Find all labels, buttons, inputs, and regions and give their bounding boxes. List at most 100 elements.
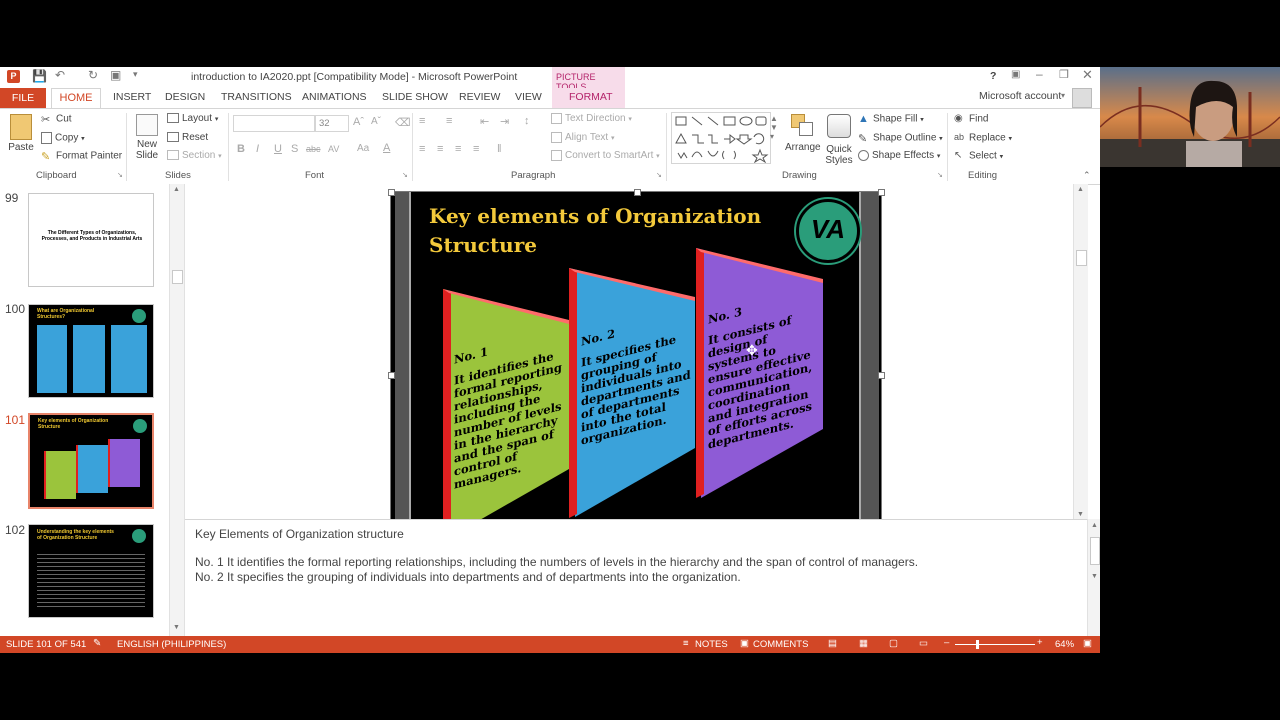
save-icon[interactable]: 💾 <box>32 69 47 83</box>
slide-thumbnail-102[interactable]: Understanding the key elements of Organi… <box>28 524 154 618</box>
new-slide-button[interactable]: New Slide <box>134 114 160 161</box>
collapse-ribbon-icon[interactable]: ⌃ <box>1083 170 1091 181</box>
font-name-input[interactable] <box>233 115 315 132</box>
comments-button[interactable]: COMMENTS <box>753 639 808 650</box>
avatar[interactable] <box>1072 88 1092 108</box>
normal-view-icon[interactable]: ▤ <box>828 638 837 649</box>
resize-handle[interactable] <box>878 372 885 379</box>
restore-icon[interactable]: ❐ <box>1059 68 1069 81</box>
resize-handle[interactable] <box>388 189 395 196</box>
dialog-launcher-icon[interactable]: ↘ <box>656 171 662 179</box>
help-button[interactable]: ? <box>990 70 996 82</box>
decrease-font-icon[interactable]: Aˇ <box>371 116 381 127</box>
clear-formatting-icon[interactable]: ⌫ <box>395 116 411 129</box>
decrease-indent-icon[interactable]: ⇤ <box>480 115 489 128</box>
dialog-launcher-icon[interactable]: ↘ <box>117 171 123 179</box>
tab-slide-show[interactable]: SLIDE SHOW <box>382 91 448 103</box>
scroll-down-icon[interactable]: ▼ <box>1091 573 1098 580</box>
strikethrough-icon[interactable]: abc <box>306 144 321 154</box>
increase-indent-icon[interactable]: ⇥ <box>500 115 509 128</box>
reading-view-icon[interactable]: ▢ <box>889 638 898 649</box>
convert-smartart-button[interactable]: Convert to SmartArt ▾ <box>551 150 660 161</box>
copy-button[interactable]: Copy ▾ <box>41 132 85 144</box>
notes-pane[interactable]: Key Elements of Organization structure N… <box>185 519 1087 637</box>
cut-button[interactable]: ✂ Cut <box>41 113 72 126</box>
justify-icon[interactable]: ≡ <box>473 143 479 155</box>
layout-button[interactable]: Layout ▾ <box>167 113 218 124</box>
section-button[interactable]: Section ▾ <box>167 150 222 161</box>
spelling-icon[interactable]: ✎ <box>93 638 101 649</box>
minimize-icon[interactable]: – <box>1036 67 1043 81</box>
scroll-thumb[interactable] <box>172 270 183 284</box>
dialog-launcher-icon[interactable]: ↘ <box>937 171 943 179</box>
find-button[interactable]: ◉ Find <box>954 113 988 125</box>
slide-sorter-icon[interactable]: ▦ <box>859 638 868 649</box>
format-painter-button[interactable]: ✎ Format Painter <box>41 150 122 163</box>
zoom-in-icon[interactable]: + <box>1037 637 1043 648</box>
resize-handle[interactable] <box>388 372 395 379</box>
quick-styles-button[interactable]: Quick Styles <box>823 114 855 166</box>
zoom-slider[interactable] <box>955 644 1035 645</box>
ribbon-display-icon[interactable]: ▣ <box>1011 69 1020 80</box>
close-icon[interactable]: ✕ <box>1082 67 1093 83</box>
arrange-button[interactable]: Arrange <box>785 114 821 153</box>
zoom-level[interactable]: 64% <box>1055 639 1074 650</box>
powerpoint-logo-icon[interactable]: P <box>7 70 20 83</box>
scroll-up-icon[interactable]: ▲ <box>173 186 180 193</box>
underline-icon[interactable]: U <box>274 143 282 155</box>
select-button[interactable]: ↖ Select ▾ <box>954 150 1003 162</box>
scroll-thumb[interactable] <box>1090 537 1100 565</box>
thumbnails-scrollbar[interactable]: ▲ ▼ <box>169 184 184 636</box>
slide-thumbnail-101[interactable]: Key elements of Organization Structure <box>28 413 154 509</box>
tab-design[interactable]: DESIGN <box>165 91 205 103</box>
bold-icon[interactable]: B <box>237 143 245 155</box>
line-spacing-icon[interactable]: ↕ <box>524 115 530 127</box>
shadow-icon[interactable]: S <box>291 143 298 155</box>
scroll-up-icon[interactable]: ▲ <box>1077 186 1084 193</box>
character-spacing-icon[interactable]: AV <box>328 144 339 154</box>
zoom-out-icon[interactable]: – <box>944 637 949 648</box>
increase-font-icon[interactable]: Aˆ <box>353 116 364 128</box>
slide-thumbnail-99[interactable]: The Different Types of Organizations, Pr… <box>28 193 154 287</box>
slide-show-icon[interactable]: ▭ <box>919 638 928 649</box>
columns-icon[interactable]: ‖ <box>497 143 502 155</box>
notes-icon[interactable]: ≡ <box>683 638 689 649</box>
comments-icon[interactable]: ▣ <box>740 638 749 649</box>
notes-button[interactable]: NOTES <box>695 639 728 650</box>
start-from-beginning-icon[interactable]: ▣ <box>110 68 121 82</box>
customize-toolbar-icon[interactable]: ▾ <box>133 69 138 80</box>
notes-scrollbar[interactable]: ▲ ▼ <box>1087 519 1100 636</box>
tab-file[interactable]: FILE <box>0 88 46 108</box>
italic-icon[interactable]: I <box>256 143 259 155</box>
account-name[interactable]: Microsoft account <box>979 90 1061 102</box>
shape-effects-button[interactable]: Shape Effects ▾ <box>858 150 940 161</box>
tab-animations[interactable]: ANIMATIONS <box>302 91 367 103</box>
shapes-gallery[interactable] <box>671 112 771 164</box>
resize-handle[interactable] <box>878 189 885 196</box>
paste-button[interactable]: Paste <box>8 114 34 164</box>
reset-button[interactable]: Reset <box>167 132 208 143</box>
scroll-up-icon[interactable]: ▲ <box>1091 522 1098 529</box>
scroll-down-icon[interactable]: ▼ <box>1077 511 1084 518</box>
account-dropdown-icon[interactable]: ▾ <box>1061 91 1065 100</box>
gallery-scroll-icon[interactable]: ▲ ▼ ▾ <box>770 114 778 141</box>
tab-home[interactable]: HOME <box>51 88 101 108</box>
slide-thumbnail-100[interactable]: What are Organizational Structures? <box>28 304 154 398</box>
replace-button[interactable]: ab Replace ▾ <box>954 132 1012 144</box>
scroll-down-icon[interactable]: ▼ <box>173 624 180 631</box>
resize-handle[interactable] <box>634 189 641 196</box>
undo-icon[interactable]: ↶ <box>55 68 65 82</box>
language-status[interactable]: ENGLISH (PHILIPPINES) <box>117 639 226 650</box>
redo-icon[interactable]: ↻ <box>88 68 98 82</box>
shape-fill-button[interactable]: ▲ Shape Fill ▾ <box>858 113 924 125</box>
align-right-icon[interactable]: ≡ <box>455 143 461 155</box>
dialog-launcher-icon[interactable]: ↘ <box>402 171 408 179</box>
tab-format[interactable]: FORMAT <box>569 91 613 103</box>
change-case-icon[interactable]: Aa <box>357 143 369 154</box>
tab-insert[interactable]: INSERT <box>113 91 151 103</box>
align-text-button[interactable]: Align Text ▾ <box>551 132 614 143</box>
current-slide[interactable]: Key elements of Organization Structure V… <box>388 189 885 559</box>
zoom-slider-thumb[interactable] <box>976 640 979 649</box>
shape-outline-button[interactable]: ✎ Shape Outline ▾ <box>858 132 943 145</box>
align-center-icon[interactable]: ≡ <box>437 143 443 155</box>
